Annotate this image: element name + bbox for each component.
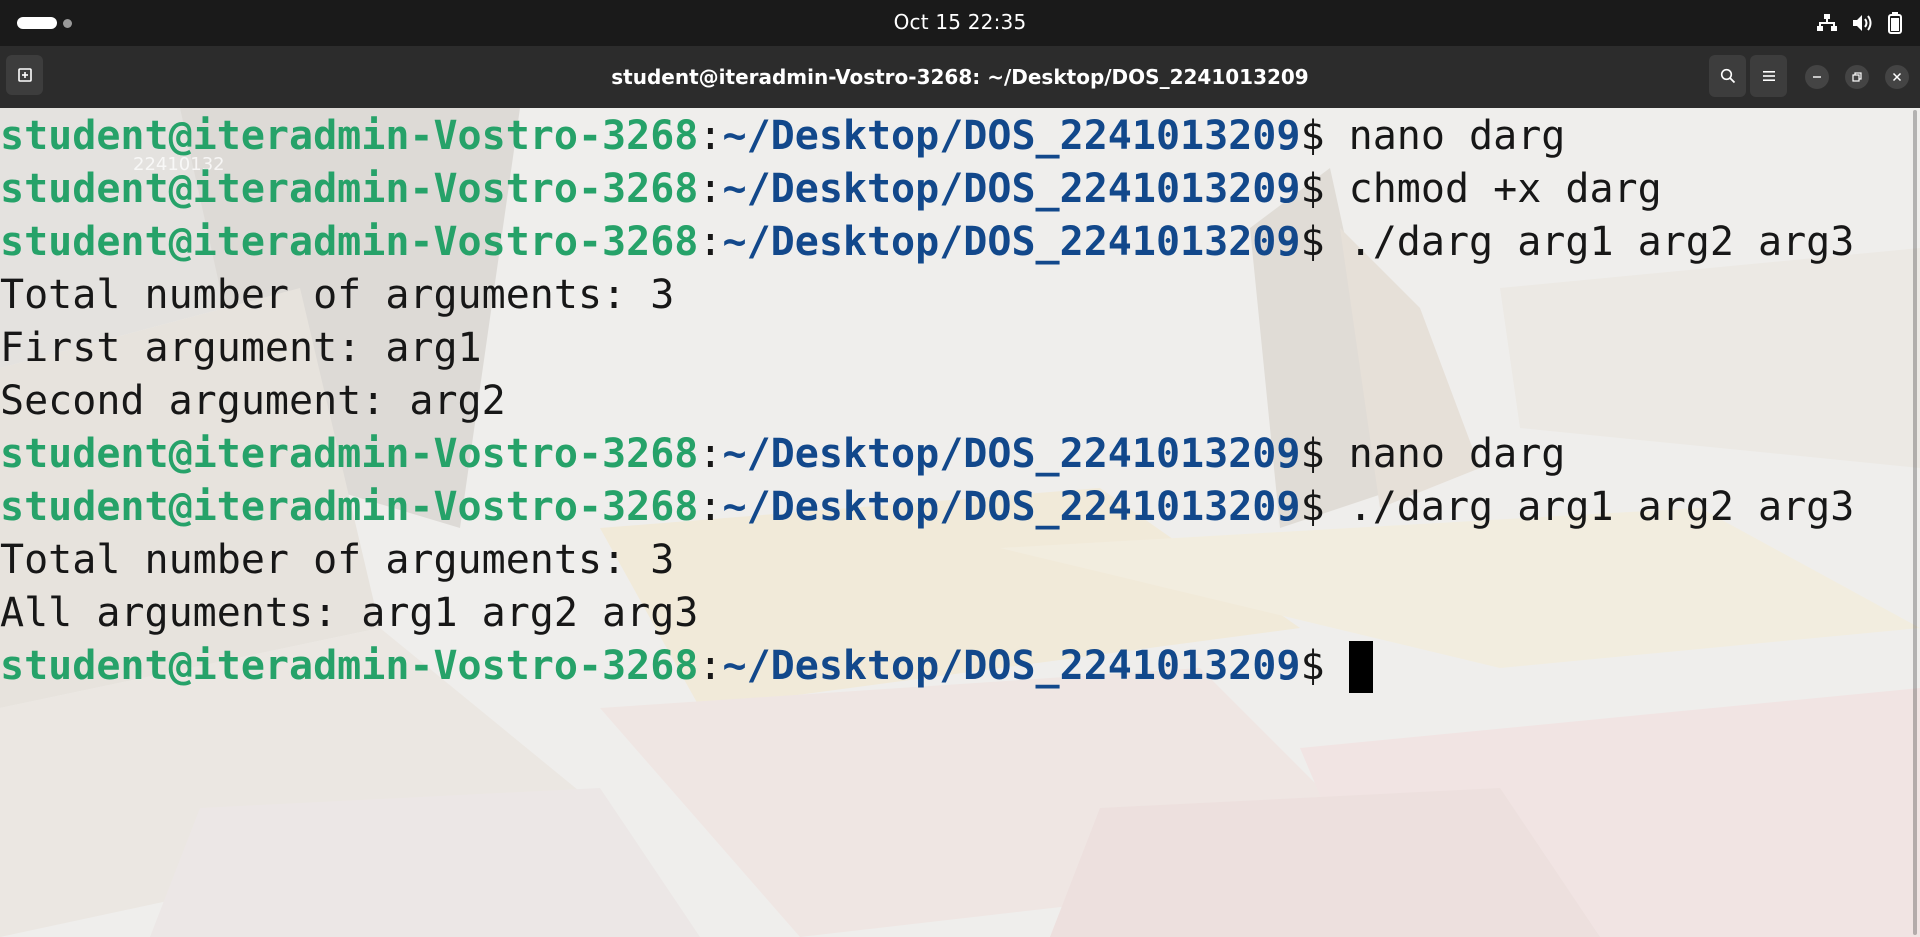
- battery-icon: [1888, 12, 1902, 34]
- terminal-prompt-line: student@iteradmin-Vostro-3268:~/Desktop/…: [0, 640, 1854, 693]
- prompt-colon: :: [698, 219, 723, 265]
- prompt-user: student@iteradmin-Vostro-3268: [0, 219, 699, 265]
- prompt-dollar: $: [1300, 113, 1349, 159]
- output-line: Total number of arguments: 3: [0, 269, 1854, 322]
- command-text: chmod +x darg: [1348, 166, 1662, 212]
- prompt-path: ~/Desktop/DOS_2241013209: [722, 643, 1301, 689]
- output-text: Second argument: arg2: [0, 378, 506, 424]
- volume-icon: [1853, 15, 1872, 31]
- prompt-user: student@iteradmin-Vostro-3268: [0, 113, 699, 159]
- close-icon: [1892, 72, 1902, 82]
- system-tray[interactable]: [1816, 10, 1902, 36]
- network-wired-icon: [1817, 14, 1837, 31]
- prompt-colon: :: [698, 484, 723, 530]
- prompt-user: student@iteradmin-Vostro-3268: [0, 166, 699, 212]
- close-button[interactable]: [1885, 65, 1909, 89]
- activities-indicator[interactable]: [17, 17, 72, 29]
- terminal-prompt-line: student@iteradmin-Vostro-3268:~/Desktop/…: [0, 428, 1854, 481]
- prompt-dollar: $: [1300, 166, 1349, 212]
- workspace-active-indicator[interactable]: [17, 17, 57, 29]
- command-text: nano darg: [1348, 113, 1566, 159]
- prompt-colon: :: [698, 166, 723, 212]
- output-text: All arguments: arg1 arg2 arg3: [0, 590, 699, 636]
- title-bar[interactable]: student@iteradmin-Vostro-3268: ~/Desktop…: [0, 46, 1920, 108]
- scrollbar[interactable]: [1913, 110, 1917, 935]
- output-text: First argument: arg1: [0, 325, 482, 371]
- minimize-icon: [1813, 76, 1821, 78]
- text-cursor[interactable]: [1348, 641, 1373, 693]
- output-line: All arguments: arg1 arg2 arg3: [0, 587, 1854, 640]
- terminal-output: student@iteradmin-Vostro-3268:~/Desktop/…: [0, 110, 1854, 693]
- prompt-dollar: $: [1300, 643, 1349, 689]
- terminal-window: student@iteradmin-Vostro-3268: ~/Desktop…: [0, 46, 1920, 937]
- terminal-prompt-line: student@iteradmin-Vostro-3268:~/Desktop/…: [0, 110, 1854, 163]
- prompt-dollar: $: [1300, 431, 1349, 477]
- prompt-path: ~/Desktop/DOS_2241013209: [722, 219, 1301, 265]
- prompt-path: ~/Desktop/DOS_2241013209: [722, 113, 1301, 159]
- terminal-prompt-line: student@iteradmin-Vostro-3268:~/Desktop/…: [0, 163, 1854, 216]
- prompt-colon: :: [698, 431, 723, 477]
- output-line: Second argument: arg2: [0, 375, 1854, 428]
- prompt-colon: :: [698, 113, 723, 159]
- command-text: nano darg: [1348, 431, 1566, 477]
- prompt-user: student@iteradmin-Vostro-3268: [0, 643, 699, 689]
- command-text: ./darg arg1 arg2 arg3: [1348, 484, 1855, 530]
- new-tab-button[interactable]: [6, 55, 43, 95]
- top-bar: Oct 15 22:35: [0, 0, 1920, 46]
- output-line: Total number of arguments: 3: [0, 534, 1854, 587]
- search-button[interactable]: [1709, 55, 1746, 97]
- minimize-button[interactable]: [1805, 65, 1829, 89]
- output-line: First argument: arg1: [0, 322, 1854, 375]
- output-text: Total number of arguments: 3: [0, 537, 675, 583]
- window-title: student@iteradmin-Vostro-3268: ~/Desktop…: [611, 65, 1309, 89]
- new-tab-icon: [17, 68, 32, 82]
- prompt-colon: :: [698, 643, 723, 689]
- prompt-path: ~/Desktop/DOS_2241013209: [722, 431, 1301, 477]
- clock[interactable]: Oct 15 22:35: [894, 10, 1027, 34]
- prompt-user: student@iteradmin-Vostro-3268: [0, 484, 699, 530]
- prompt-path: ~/Desktop/DOS_2241013209: [722, 166, 1301, 212]
- terminal-prompt-line: student@iteradmin-Vostro-3268:~/Desktop/…: [0, 216, 1854, 269]
- prompt-dollar: $: [1300, 219, 1349, 265]
- terminal-view[interactable]: 22410132 student@iteradmin-Vostro-3268:~…: [0, 108, 1920, 937]
- command-text: ./darg arg1 arg2 arg3: [1348, 219, 1855, 265]
- restore-button[interactable]: [1845, 65, 1869, 89]
- prompt-user: student@iteradmin-Vostro-3268: [0, 431, 699, 477]
- restore-icon: [1852, 72, 1862, 82]
- workspace-indicator[interactable]: [63, 18, 72, 28]
- terminal-prompt-line: student@iteradmin-Vostro-3268:~/Desktop/…: [0, 481, 1854, 534]
- prompt-path: ~/Desktop/DOS_2241013209: [722, 484, 1301, 530]
- prompt-dollar: $: [1300, 484, 1349, 530]
- menu-button[interactable]: [1750, 55, 1787, 97]
- search-icon: [1720, 68, 1735, 84]
- menu-icon: [1762, 71, 1775, 81]
- output-text: Total number of arguments: 3: [0, 272, 675, 318]
